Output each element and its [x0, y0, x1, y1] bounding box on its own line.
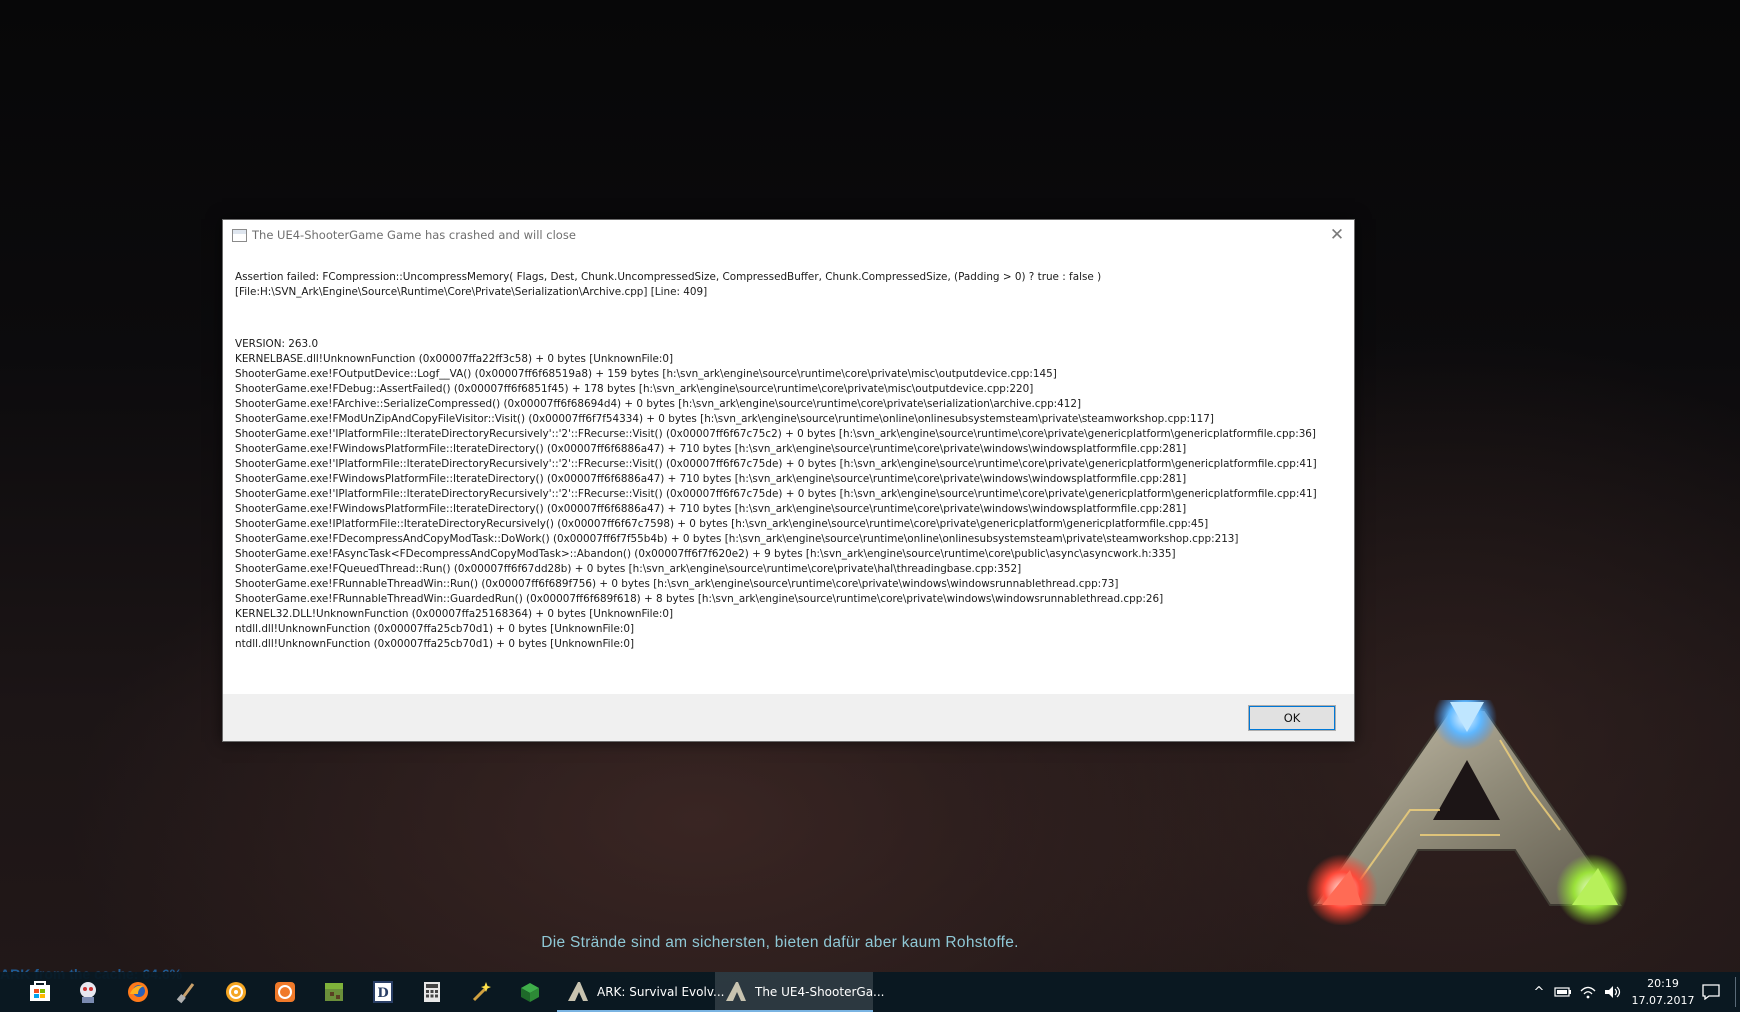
window-app-icon [232, 229, 247, 242]
settings-gear-icon[interactable] [212, 976, 260, 1008]
task-crash-dialog[interactable]: The UE4-ShooterGa... [715, 972, 885, 1012]
shovel-icon[interactable] [163, 976, 211, 1008]
magic-wand-icon[interactable] [457, 976, 505, 1008]
close-icon[interactable]: ✕ [1324, 223, 1350, 247]
ark-icon [725, 981, 747, 1003]
system-clock[interactable]: 20:19 17.07.2017 [1628, 975, 1698, 1009]
wifi-icon[interactable] [1576, 972, 1600, 1012]
camera-app-icon[interactable] [261, 976, 309, 1008]
ark-logo [1306, 700, 1628, 925]
task-label: The UE4-ShooterGa... [755, 985, 885, 999]
dictionary-icon[interactable]: D [359, 976, 407, 1008]
calculator-icon[interactable] [408, 976, 456, 1008]
cube-app-icon[interactable] [506, 976, 554, 1008]
action-center-icon[interactable] [1697, 972, 1725, 1012]
avatar-app-icon[interactable] [64, 976, 112, 1008]
clock-date: 17.07.2017 [1631, 994, 1695, 1007]
task-ark-game[interactable]: ARK: Survival Evolv... [557, 972, 724, 1012]
dialog-content: Assertion failed: FCompression::Uncompre… [223, 250, 1354, 693]
firefox-icon[interactable] [114, 976, 162, 1008]
show-hidden-icons-chevron[interactable]: ^ [1528, 972, 1550, 1012]
windows-start-icon[interactable] [16, 976, 64, 1008]
dialog-titlebar[interactable]: The UE4-ShooterGame Game has crashed and… [223, 220, 1354, 250]
ark-icon [567, 981, 589, 1003]
clock-time: 20:19 [1647, 977, 1679, 990]
taskbar: D ARK: Survival Evolv... The UE4-Shooter… [0, 972, 1740, 1012]
dialog-title: The UE4-ShooterGame Game has crashed and… [252, 228, 576, 242]
battery-icon[interactable] [1551, 972, 1575, 1012]
dialog-button-area: OK [223, 694, 1354, 741]
volume-icon[interactable] [1601, 972, 1625, 1012]
show-desktop-button[interactable] [1733, 972, 1737, 1012]
crash-dialog: The UE4-ShooterGame Game has crashed and… [222, 219, 1355, 742]
task-label: ARK: Survival Evolv... [597, 985, 725, 999]
loading-tip-subtitle: Die Strände sind am sichersten, bieten d… [541, 934, 1019, 951]
assertion-message: Assertion failed: FCompression::Uncompre… [235, 271, 1102, 298]
svg-text:D: D [377, 986, 388, 1001]
stack-trace: VERSION: 263.0 KERNELBASE.dll!UnknownFun… [235, 338, 1317, 650]
minecraft-icon[interactable] [310, 976, 358, 1008]
